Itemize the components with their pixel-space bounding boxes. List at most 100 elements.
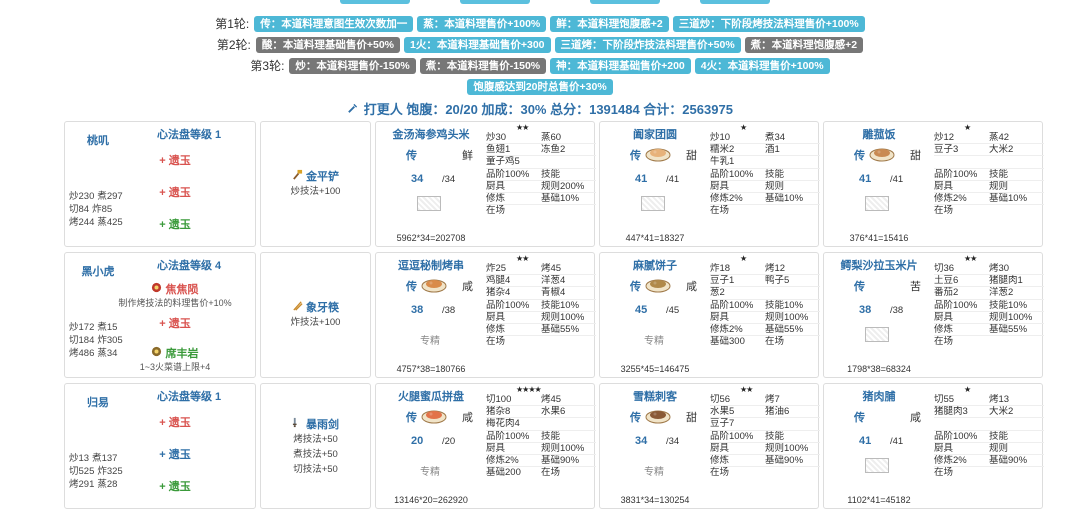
quantity-value[interactable]: 34	[411, 173, 423, 185]
stat-row: 在场	[934, 467, 1044, 479]
chef-card[interactable]: 桃叽 心法盘等级 1 + 遗玉 + 遗玉 + 遗玉 炒230 煮297 切84 炸85 烤244 蒸…	[64, 121, 256, 247]
stat-cell: 厨具	[934, 311, 954, 323]
stat-cell	[541, 336, 596, 348]
gem-slot[interactable]: + 遗玉	[85, 414, 265, 430]
stat-cell: 番茄2	[934, 287, 959, 299]
placeholder-image-icon	[865, 196, 889, 211]
rarity-label: 传	[406, 281, 417, 293]
spatula-icon	[292, 169, 306, 183]
equip-card[interactable]: 暴雨剑 烤技法+50 煮技法+50 切技法+50	[260, 383, 371, 509]
equip-card[interactable]: 金平铲 炒技法+100	[260, 121, 371, 247]
disk-level[interactable]: 心法盘等级 1	[157, 388, 221, 404]
stat-cell: 烤13	[989, 394, 1010, 405]
quantity-value[interactable]: 38	[859, 304, 871, 316]
quantity-value[interactable]: 41	[635, 173, 647, 185]
stat-cell: 豆子3	[934, 144, 959, 156]
stat-row: 炒12 蒸42	[934, 132, 1044, 145]
dish-name[interactable]: 火腿蜜瓜拼盘	[376, 388, 486, 404]
dish-name[interactable]: 金汤海参鸡头米	[376, 126, 486, 142]
gem-slot[interactable]: 焦焦陨	[85, 281, 265, 297]
dish-name[interactable]: 逗逗秘制烤串	[376, 257, 486, 273]
rarity-label: 传	[854, 281, 865, 293]
chef-name[interactable]: 桃叽	[73, 132, 123, 148]
stat-cell: 技能	[541, 430, 561, 442]
dish-card[interactable]: 阖家团圆 ★ 传 甜 41/41 447*41=18327 炒10 煮34 糯米2 酒1 牛乳1 品阶…	[599, 121, 820, 247]
stat-row: 在场	[934, 205, 1044, 217]
stat-row: 炒30 蒸60	[486, 132, 596, 145]
dish-card[interactable]: 逗逗秘制烤串 ★★ 传咸 38/38 专精 4757*38=180766 炸25 烤45 鸡腿4…	[375, 252, 596, 378]
stat-cell: 土豆6	[934, 275, 959, 287]
rarity-label: 传	[630, 150, 641, 162]
dish-card[interactable]: 雪糕刺客 ★★ 传 甜 34/34 专精 3831*34=130254 切56 烤7 水果5 猪油6…	[599, 383, 820, 509]
skill-value: 蒸425	[97, 217, 123, 228]
dish-name[interactable]: 阖家团圆	[600, 126, 710, 142]
equip-name[interactable]: 暴雨剑	[261, 416, 370, 432]
stat-cell	[765, 467, 820, 479]
chef-card[interactable]: 归易 心法盘等级 1 + 遗玉 + 遗玉 + 遗玉 炒13 煮137 切525 炸325 烤291…	[64, 383, 256, 509]
stat-cell: 基础200	[486, 467, 521, 479]
dish-name[interactable]: 雕菰饭	[824, 126, 934, 142]
chef-name[interactable]: 黑小虎	[73, 263, 123, 279]
dish-stat-grid: 炒12 蒸42 豆子3 大米2 品阶100% 技能 厨具 规则 修炼2% 基础10% 在场	[934, 132, 1044, 217]
equip-card[interactable]: 象牙筷 炸技法+100	[260, 252, 371, 378]
dish-name[interactable]: 雪糕刺客	[600, 388, 710, 404]
stat-row	[934, 156, 1044, 169]
stat-row: 修炼2% 基础90%	[486, 455, 596, 468]
stat-cell: 童子鸡5	[486, 156, 520, 168]
stat-cell	[989, 336, 1044, 348]
gem-slot[interactable]: + 遗玉	[85, 152, 265, 168]
dish-card[interactable]: 猪肉脯 ★ 传 咸 41/41 1102*41=45182 切55 烤13 猪腿肉3 大米2 品阶1…	[823, 383, 1044, 509]
equip-name[interactable]: 金平铲	[261, 168, 370, 184]
dish-card[interactable]: 鳄梨沙拉玉米片 ★★ 传 苦 38/38 1798*38=68324 切36 烤30 土豆6 猪腿…	[823, 252, 1044, 378]
stat-cell: 修炼2%	[710, 192, 743, 204]
quantity-value[interactable]: 20	[411, 435, 423, 447]
stat-cell: 品阶100%	[934, 168, 978, 180]
stat-cell	[541, 156, 596, 167]
chef-card[interactable]: 黑小虎 心法盘等级 4 焦焦陨 制作烤技法的料理售价+10% + 遗玉 席丰岩 1~3火…	[64, 252, 256, 378]
stat-cell: 规则100%	[765, 311, 809, 323]
disk-level[interactable]: 心法盘等级 4	[157, 257, 221, 273]
disk-level[interactable]: 心法盘等级 1	[157, 126, 221, 142]
stat-row: 厨具 规则100%	[710, 312, 820, 324]
dish-card[interactable]: 雕菰饭 ★ 传 甜 41/41 376*41=15416 炒12 蒸42 豆子3 大米2 品阶100…	[823, 121, 1044, 247]
equip-name[interactable]: 象牙筷	[261, 299, 370, 315]
stat-cell: 修炼2%	[934, 454, 967, 466]
quantity-value[interactable]: 34	[635, 435, 647, 447]
skill-value: 烤244	[69, 217, 95, 228]
quantity-value[interactable]: 41	[859, 173, 871, 185]
price-formula: 1102*41=45182	[847, 495, 911, 505]
stat-cell: 规则	[989, 180, 1009, 192]
stat-row: 厨具 规则	[934, 181, 1044, 193]
dish-card[interactable]: 麻腻饼子 ★ 传 咸 45/45 专精 3255*45=146475 炸18 烤12 豆子1 鸭子5…	[599, 252, 820, 378]
stat-cell: 基础55%	[765, 323, 804, 335]
quantity-value[interactable]: 41	[859, 435, 871, 447]
stat-row: 修炼2% 基础10%	[934, 193, 1044, 206]
stat-row: 葱2	[710, 287, 820, 300]
rarity-stars: ★★★★	[516, 385, 542, 394]
stat-row: 厨具 规则100%	[934, 312, 1044, 324]
dish-name[interactable]: 鳄梨沙拉玉米片	[824, 257, 934, 273]
stat-cell: 豆子1	[710, 275, 735, 287]
round-effect-tag: 1火：本道料理基础售价+300	[404, 36, 551, 53]
dish-card[interactable]: 火腿蜜瓜拼盘 ★★★★ 传 咸 20/20 专精 13146*20=262920 切100 烤4…	[375, 383, 596, 509]
quantity-value[interactable]: 38	[411, 304, 423, 316]
stat-cell: 修炼	[710, 454, 730, 466]
equip-skill: 烤技法+50	[293, 434, 338, 445]
chef-name[interactable]: 归易	[73, 394, 123, 410]
quantity-value[interactable]: 45	[635, 304, 647, 316]
dish-image	[420, 273, 448, 293]
taste-label: 咸	[462, 281, 473, 293]
stat-cell: 技能10%	[765, 299, 804, 311]
dish-card[interactable]: 金汤海参鸡头米 ★★ 传 鲜 34/34 5962*34=202708 炒30 蒸60 鱼翅1 冻…	[375, 121, 596, 247]
specialty-label: 专精	[420, 467, 440, 478]
stat-cell: 煮34	[765, 132, 786, 143]
top-scroll-indicators	[0, 0, 1080, 4]
stat-row: 品阶100% 技能10%	[710, 300, 820, 312]
dish-name[interactable]: 麻腻饼子	[600, 257, 710, 273]
stat-cell: 鱼翅1	[486, 144, 511, 156]
round-row: 第3轮: 炒：本道料理售价-150% 煮：本道料理售价-150% 神：本道料理基础售价…	[0, 55, 1080, 76]
rarity-label: 传	[630, 412, 641, 424]
stat-row: 修炼2% 基础90%	[934, 454, 1044, 468]
dish-name[interactable]: 猪肉脯	[824, 388, 934, 404]
price-formula: 1798*38=68324	[847, 364, 911, 374]
